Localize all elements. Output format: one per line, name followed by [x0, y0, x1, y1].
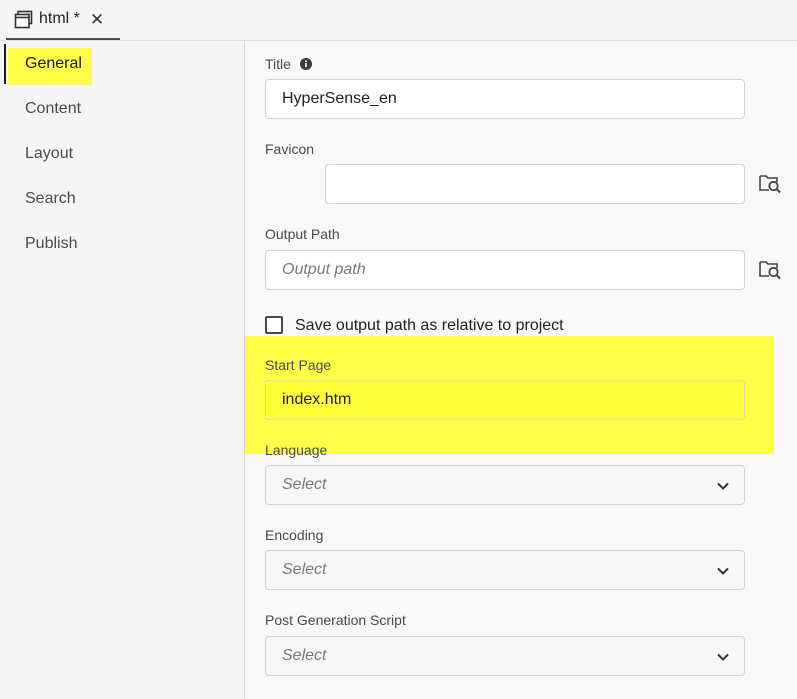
sidebar-item-layout[interactable]: Layout	[25, 145, 73, 163]
relative-path-label: Save output path as relative to project	[295, 317, 564, 334]
folder-search-icon[interactable]	[759, 172, 781, 194]
general-settings-panel: Title HyperSense_en Favicon Output Path …	[245, 41, 797, 699]
sidebar-item-general[interactable]: General	[25, 55, 82, 73]
sidebar-item-search[interactable]: Search	[25, 190, 76, 208]
active-indicator	[4, 44, 6, 84]
tab-html[interactable]: html * ✕	[6, 0, 120, 40]
folder-search-icon[interactable]	[759, 258, 781, 280]
chevron-down-icon	[717, 482, 729, 490]
chevron-down-icon	[717, 567, 729, 575]
settings-sidebar: General Content Layout Search Publish	[0, 41, 245, 699]
encoding-select-value: Select	[282, 561, 327, 578]
output-path-label: Output Path	[265, 226, 340, 242]
language-select[interactable]: Select	[265, 465, 745, 505]
chevron-down-icon	[717, 653, 729, 661]
language-select-value: Select	[282, 476, 327, 493]
info-icon[interactable]	[299, 58, 312, 70]
close-icon[interactable]: ✕	[90, 11, 104, 28]
favicon-label: Favicon	[265, 141, 315, 157]
encoding-label: Encoding	[265, 527, 324, 543]
title-label: Title	[265, 56, 312, 72]
sidebar-item-publish[interactable]: Publish	[25, 235, 77, 253]
start-page-label: Start Page	[265, 357, 332, 373]
encoding-select[interactable]: Select	[265, 550, 745, 590]
post-script-label: Post Generation Script	[265, 612, 406, 628]
sidebar-item-content[interactable]: Content	[25, 100, 81, 118]
post-script-select-value: Select	[282, 647, 327, 664]
tab-label: html *	[39, 10, 80, 27]
window-icon	[14, 10, 33, 28]
start-page-input[interactable]: index.htm	[265, 380, 745, 420]
tab-bar: html * ✕	[0, 0, 797, 41]
output-path-input[interactable]: Output path	[265, 250, 745, 290]
relative-path-checkbox[interactable]	[265, 316, 283, 334]
language-label: Language	[265, 442, 328, 458]
favicon-input[interactable]	[325, 164, 745, 204]
post-script-select[interactable]: Select	[265, 636, 745, 676]
title-input[interactable]: HyperSense_en	[265, 79, 745, 119]
title-label-text: Title	[265, 56, 291, 72]
